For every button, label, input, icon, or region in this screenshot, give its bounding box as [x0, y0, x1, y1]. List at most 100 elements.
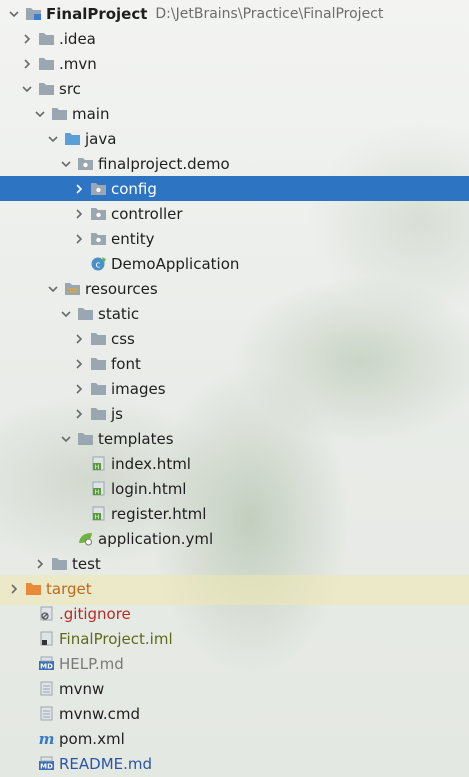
tree-row-idea[interactable]: .idea — [0, 26, 469, 51]
tree-row-readme-md[interactable]: MD README.md — [0, 751, 469, 776]
tree-row-label: register.html — [111, 504, 207, 523]
tree-row-mvnw-cmd[interactable]: mvnw.cmd — [0, 701, 469, 726]
tree-row-finalproject[interactable]: FinalProject D:\JetBrains\Practice\FinalP… — [0, 1, 469, 26]
chevron-right-icon[interactable] — [72, 182, 86, 196]
folder-icon — [90, 381, 107, 397]
tree-row-label: FinalProject — [46, 4, 148, 23]
tree-row-label: config — [111, 179, 157, 198]
tree-row-label: static — [98, 304, 140, 323]
spring-config-icon — [77, 531, 94, 547]
svg-text:m: m — [39, 731, 55, 746]
tree-row-label: target — [46, 579, 92, 598]
chevron-down-icon[interactable] — [33, 107, 47, 121]
tree-row-images[interactable]: images — [0, 376, 469, 401]
tree-row-label: test — [72, 554, 101, 573]
chevron-right-icon[interactable] — [20, 32, 34, 46]
svg-text:H: H — [95, 489, 100, 496]
tree-row-static[interactable]: static — [0, 301, 469, 326]
folder-icon — [90, 406, 107, 422]
tree-row-label: FinalProject.iml — [59, 629, 173, 648]
tree-row-index-html[interactable]: Hindex.html — [0, 451, 469, 476]
tree-row-src[interactable]: src — [0, 76, 469, 101]
tree-row-label: src — [59, 79, 81, 98]
tree-row-pom-xml[interactable]: m pom.xml — [0, 726, 469, 751]
tree-row-main[interactable]: main — [0, 101, 469, 126]
chevron-right-icon[interactable] — [72, 407, 86, 421]
chevron-down-icon[interactable] — [7, 7, 21, 21]
tree-row-register-html[interactable]: Hregister.html — [0, 501, 469, 526]
chevron-right-icon[interactable] — [20, 57, 34, 71]
tree-row-label: .mvn — [59, 54, 97, 73]
tree-row-css[interactable]: css — [0, 326, 469, 351]
chevron-down-icon[interactable] — [59, 157, 73, 171]
folder-icon — [90, 356, 107, 372]
tree-row-js[interactable]: js — [0, 401, 469, 426]
maven-file-icon: m — [38, 731, 55, 747]
tree-row-help-md[interactable]: MD HELP.md — [0, 651, 469, 676]
tree-row-login-html[interactable]: Hlogin.html — [0, 476, 469, 501]
chevron-right-icon[interactable] — [7, 582, 21, 596]
package-icon — [77, 156, 94, 172]
chevron-right-icon[interactable] — [72, 232, 86, 246]
project-path: D:\JetBrains\Practice\FinalProject — [155, 5, 384, 22]
package-icon — [90, 181, 107, 197]
tree-row-label: mvnw.cmd — [59, 704, 141, 723]
chevron-right-icon[interactable] — [72, 357, 86, 371]
tree-row-mvnw[interactable]: mvnw — [0, 676, 469, 701]
tree-row-label: js — [111, 404, 123, 423]
tree-row-config[interactable]: config — [0, 176, 469, 201]
tree-row-resources[interactable]: resources — [0, 276, 469, 301]
tree-row-entity[interactable]: entity — [0, 226, 469, 251]
package-icon — [90, 206, 107, 222]
markdown-file-icon: MD — [38, 756, 55, 772]
chevron-down-icon[interactable] — [46, 132, 60, 146]
spring-class-icon: c — [90, 256, 107, 272]
folder-icon — [51, 556, 68, 572]
tree-row-java[interactable]: java — [0, 126, 469, 151]
chevron-down-icon[interactable] — [59, 307, 73, 321]
chevron-right-icon[interactable] — [72, 207, 86, 221]
tree-row-test[interactable]: test — [0, 551, 469, 576]
tree-row-label: css — [111, 329, 135, 348]
iml-file-icon — [38, 631, 55, 647]
markdown-file-icon: MD — [38, 656, 55, 672]
chevron-right-icon[interactable] — [72, 332, 86, 346]
ignore-file-icon — [38, 606, 55, 622]
folder-icon — [51, 106, 68, 122]
folder-icon — [77, 306, 94, 322]
tree-row-label: font — [111, 354, 141, 373]
folder-icon — [38, 31, 55, 47]
tree-row-label: application.yml — [98, 529, 214, 548]
svg-text:H: H — [95, 514, 100, 521]
source-folder-icon — [64, 131, 81, 147]
tree-row-finalproject-iml[interactable]: FinalProject.iml — [0, 626, 469, 651]
tree-row-application-yml[interactable]: application.yml — [0, 526, 469, 551]
tree-row-finalproject-demo[interactable]: finalproject.demo — [0, 151, 469, 176]
folder-icon — [38, 56, 55, 72]
chevron-down-icon[interactable] — [59, 432, 73, 446]
tree-row-label: .idea — [59, 29, 96, 48]
project-tree[interactable]: FinalProject D:\JetBrains\Practice\FinalP… — [0, 0, 469, 776]
tree-row-font[interactable]: font — [0, 351, 469, 376]
tree-row-target[interactable]: target — [0, 576, 469, 601]
html-file-icon: H — [90, 456, 107, 472]
tree-row-demoapplication[interactable]: c DemoApplication — [0, 251, 469, 276]
chevron-down-icon[interactable] — [46, 282, 60, 296]
folder-icon — [90, 331, 107, 347]
tree-row-templates[interactable]: templates — [0, 426, 469, 451]
module-folder-icon — [25, 6, 42, 22]
tree-row-label: pom.xml — [59, 729, 125, 748]
tree-row-label: finalproject.demo — [98, 154, 230, 173]
tree-row-label: HELP.md — [59, 654, 124, 673]
svg-text:H: H — [95, 464, 100, 471]
package-icon — [90, 231, 107, 247]
text-file-icon — [38, 706, 55, 722]
tree-row-controller[interactable]: controller — [0, 201, 469, 226]
tree-row-label: controller — [111, 204, 183, 223]
chevron-right-icon[interactable] — [33, 557, 47, 571]
tree-row-mvn[interactable]: .mvn — [0, 51, 469, 76]
chevron-right-icon[interactable] — [72, 382, 86, 396]
folder-icon — [38, 81, 55, 97]
chevron-down-icon[interactable] — [20, 82, 34, 96]
tree-row-gitignore[interactable]: .gitignore — [0, 601, 469, 626]
